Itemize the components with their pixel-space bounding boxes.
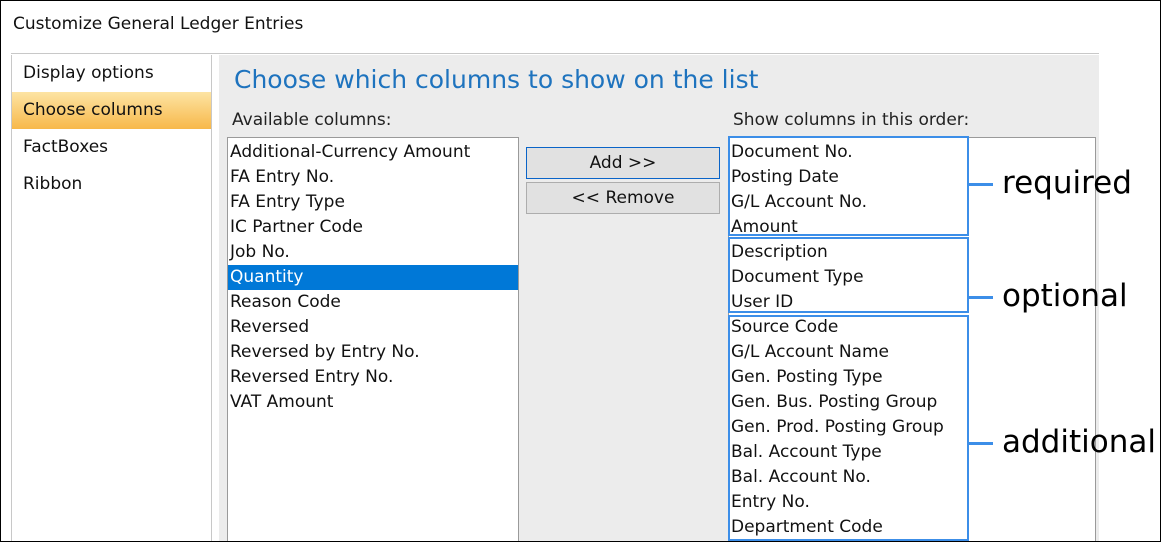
remove-button[interactable]: << Remove bbox=[526, 182, 720, 214]
list-item[interactable]: Reversed Entry No. bbox=[228, 365, 518, 390]
page-title: Choose which columns to show on the list bbox=[234, 65, 759, 94]
list-item[interactable]: Amount bbox=[729, 215, 1095, 240]
list-item[interactable]: Description bbox=[729, 240, 1095, 265]
list-item[interactable]: G/L Account Name bbox=[729, 340, 1095, 365]
list-item[interactable]: Document No. bbox=[729, 140, 1095, 165]
available-columns-label: Available columns: bbox=[232, 110, 392, 130]
additional-group-label: additional bbox=[1002, 424, 1156, 460]
list-item[interactable]: Bal. Account No. bbox=[729, 465, 1095, 490]
required-group-label: required bbox=[1002, 165, 1132, 201]
list-item[interactable]: IC Partner Code bbox=[228, 215, 518, 240]
list-item[interactable]: Gen. Posting Type bbox=[729, 365, 1095, 390]
add-button[interactable]: Add >> bbox=[526, 147, 720, 179]
nav-item-display-options[interactable]: Display options bbox=[12, 55, 211, 92]
list-item-selected[interactable]: Quantity bbox=[228, 265, 518, 290]
nav-item-ribbon[interactable]: Ribbon bbox=[12, 166, 211, 203]
title-divider bbox=[11, 53, 1099, 54]
list-item[interactable]: Additional-Currency Amount bbox=[228, 140, 518, 165]
customize-dialog: Customize General Ledger Entries Display… bbox=[0, 0, 1161, 542]
list-item[interactable]: VAT Amount bbox=[228, 390, 518, 415]
list-item[interactable]: Source Code bbox=[729, 315, 1095, 340]
list-item[interactable]: Reason Code bbox=[228, 290, 518, 315]
list-item[interactable]: Entry No. bbox=[729, 490, 1095, 515]
list-item[interactable]: Department Code bbox=[729, 515, 1095, 540]
required-group-connector bbox=[967, 183, 993, 186]
dialog-title: Customize General Ledger Entries bbox=[13, 14, 304, 34]
optional-group-label: optional bbox=[1002, 278, 1128, 314]
list-item[interactable]: FA Entry No. bbox=[228, 165, 518, 190]
list-item[interactable]: Gen. Bus. Posting Group bbox=[729, 390, 1095, 415]
additional-group-connector bbox=[967, 442, 993, 445]
show-columns-label: Show columns in this order: bbox=[733, 110, 970, 130]
list-item[interactable]: Reversed by Entry No. bbox=[228, 340, 518, 365]
options-nav: Display options Choose columns FactBoxes… bbox=[11, 55, 212, 541]
list-item[interactable]: Job No. bbox=[228, 240, 518, 265]
nav-item-choose-columns[interactable]: Choose columns bbox=[12, 92, 211, 129]
optional-group-connector bbox=[967, 296, 993, 299]
available-columns-list[interactable]: Additional-Currency Amount FA Entry No. … bbox=[227, 137, 519, 541]
nav-item-factboxes[interactable]: FactBoxes bbox=[12, 129, 211, 166]
list-item[interactable]: FA Entry Type bbox=[228, 190, 518, 215]
list-item[interactable]: Reversed bbox=[228, 315, 518, 340]
